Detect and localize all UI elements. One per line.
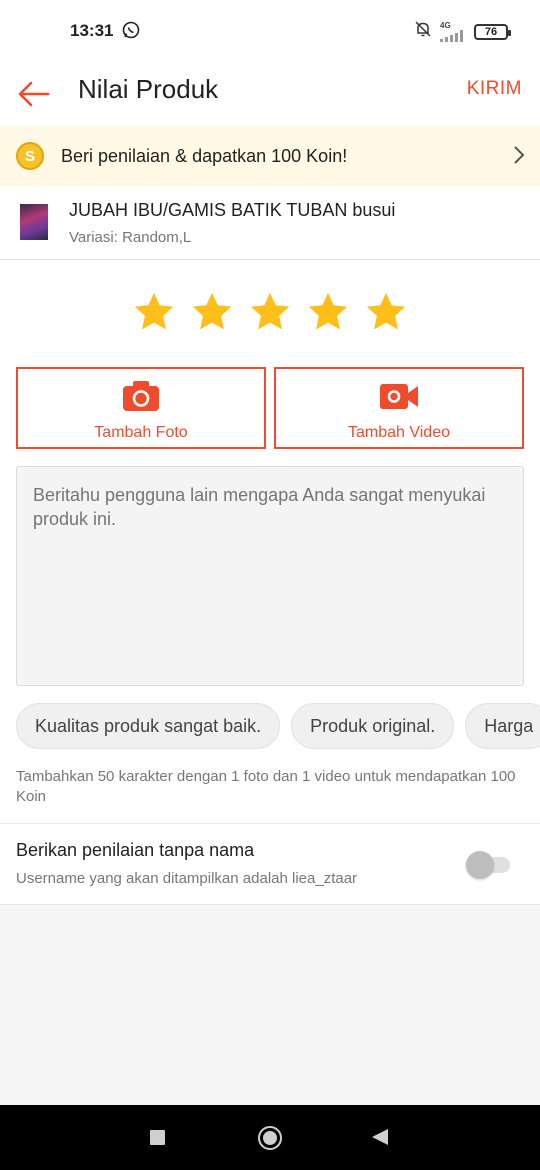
video-camera-icon [379, 379, 419, 413]
coin-banner-text: Beri penilaian & dapatkan 100 Koin! [61, 146, 348, 166]
chevron-right-icon [512, 145, 526, 165]
quick-tag-chip[interactable]: Produk original. [291, 703, 455, 749]
camera-icon [121, 379, 161, 413]
mute-bell-icon [414, 20, 432, 43]
anonymous-review-title: Berikan penilaian tanpa nama [16, 840, 255, 860]
back-arrow-icon [18, 81, 50, 107]
coin-icon: S [16, 142, 44, 170]
back-button[interactable] [14, 74, 54, 114]
recents-button[interactable] [150, 1130, 165, 1145]
system-nav-bar [0, 1105, 540, 1170]
toggle-knob [466, 851, 494, 879]
app-header: Nilai Produk KIRIM [0, 62, 540, 126]
quick-tags: Kualitas produk sangat baik. Produk origi… [0, 703, 540, 751]
divider [0, 823, 540, 824]
product-name: JUBAH IBU/GAMIS BATIK TUBAN busui [69, 200, 396, 220]
star-icon[interactable] [132, 290, 176, 334]
anonymous-review-subtitle: Username yang akan ditampilkan adalah li… [16, 870, 358, 887]
status-time: 13:31 [70, 21, 114, 40]
home-button[interactable] [258, 1126, 282, 1150]
star-icon[interactable] [364, 290, 408, 334]
coin-hint-text: Tambahkan 50 karakter dengan 1 foto dan … [16, 768, 516, 805]
star-icon[interactable] [306, 290, 350, 334]
quick-tag-chip[interactable]: Harga [465, 703, 540, 749]
signal-icon: 4G [440, 20, 466, 42]
add-photo-button[interactable]: Tambah Foto [16, 367, 266, 449]
product-variant: Variasi: Random,L [69, 229, 192, 246]
product-summary: JUBAH IBU/GAMIS BATIK TUBAN busui Varias… [0, 186, 540, 260]
review-form: Tambah Foto Tambah Video Kualitas produk… [0, 260, 540, 905]
network-type: 4G [440, 20, 451, 30]
add-video-button[interactable]: Tambah Video [274, 367, 524, 449]
review-text-input[interactable] [16, 466, 524, 686]
coin-reward-banner[interactable]: S Beri penilaian & dapatkan 100 Koin! [0, 126, 540, 186]
status-icons: 4G 76 [414, 20, 511, 43]
whatsapp-icon [122, 21, 140, 39]
battery-icon: 76 [474, 23, 511, 40]
product-thumbnail [20, 204, 48, 240]
page-title: Nilai Produk [78, 74, 219, 104]
add-video-label: Tambah Video [348, 424, 450, 441]
quick-tag-chip[interactable]: Kualitas produk sangat baik. [16, 703, 281, 749]
star-icon[interactable] [248, 290, 292, 334]
system-back-button[interactable] [372, 1129, 388, 1145]
send-button[interactable]: KIRIM [467, 78, 522, 100]
add-photo-label: Tambah Foto [94, 424, 188, 441]
star-icon[interactable] [190, 290, 234, 334]
anonymous-toggle[interactable] [466, 851, 510, 879]
star-rating[interactable] [0, 290, 540, 334]
status-bar: 13:31 4G 76 [0, 0, 540, 62]
